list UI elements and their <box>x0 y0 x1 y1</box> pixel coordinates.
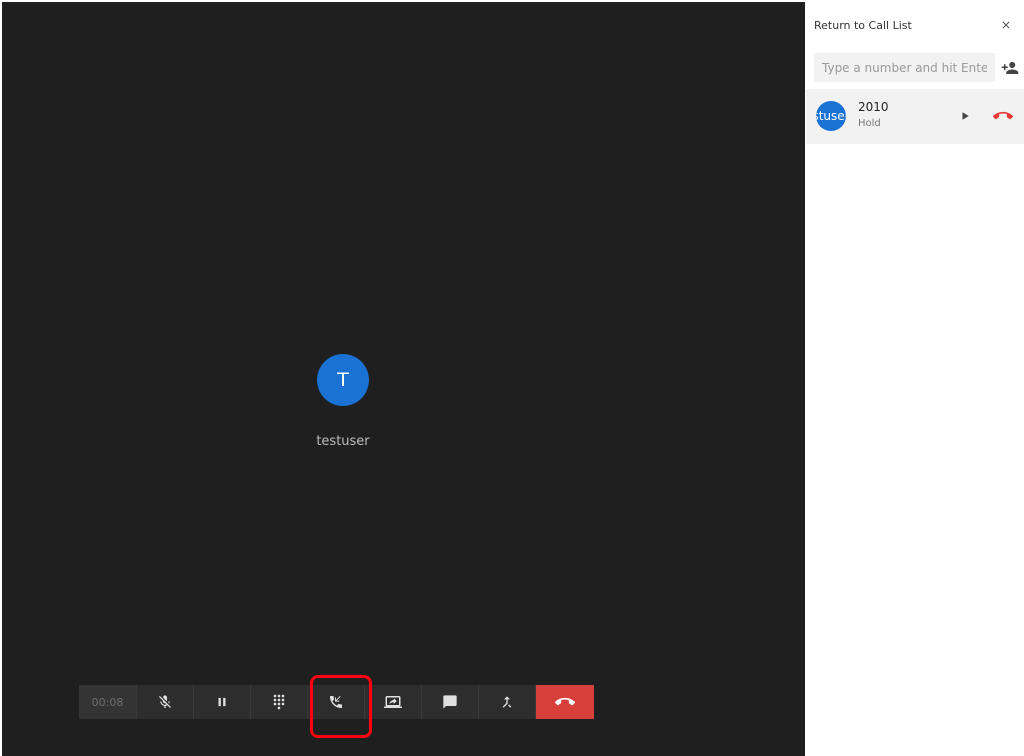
call-item-number: 2010 <box>858 100 889 114</box>
call-stage: T testuser <box>2 2 805 756</box>
hangup-button[interactable] <box>536 685 594 719</box>
call-list-item[interactable]: stuser 2010 Hold <box>806 89 1024 144</box>
call-item-avatar: stuser <box>816 101 846 131</box>
merge-icon <box>502 696 512 708</box>
call-toolbar: 00:08 <box>79 685 594 719</box>
caller-avatar: T <box>317 354 369 406</box>
merge-button[interactable] <box>479 685 536 719</box>
call-end-icon <box>555 697 575 706</box>
resume-call-button[interactable] <box>958 109 972 123</box>
dial-number-input[interactable] <box>814 53 995 82</box>
phone-callback-icon <box>330 696 342 708</box>
call-end-icon <box>993 111 1013 120</box>
mic-off-icon <box>159 695 171 708</box>
end-held-call-button[interactable] <box>992 109 1014 123</box>
caller-name: testuser <box>316 434 370 449</box>
keypad-button[interactable] <box>251 685 308 719</box>
pause-icon <box>218 697 226 707</box>
person-add-icon <box>1001 62 1019 74</box>
dialpad-icon <box>273 694 285 710</box>
screen-share-icon <box>384 696 402 708</box>
hold-button[interactable] <box>194 685 251 719</box>
chat-icon <box>443 695 457 709</box>
chat-button[interactable] <box>422 685 479 719</box>
call-list-panel: Return to Call List stuser 2010 Hold <box>806 0 1024 756</box>
call-list-button[interactable] <box>308 685 365 719</box>
call-item-status: Hold <box>858 118 881 129</box>
return-to-call-list-link[interactable]: Return to Call List <box>814 19 912 32</box>
screen-share-button[interactable] <box>365 685 422 719</box>
call-timer: 00:08 <box>79 685 137 719</box>
play-icon <box>962 112 969 120</box>
add-participant-button[interactable] <box>1000 58 1020 78</box>
caller-avatar-initial: T <box>337 369 349 391</box>
close-button[interactable] <box>998 17 1014 33</box>
close-icon <box>1002 21 1010 29</box>
call-item-avatar-text: stuser <box>816 109 846 123</box>
mute-button[interactable] <box>137 685 194 719</box>
